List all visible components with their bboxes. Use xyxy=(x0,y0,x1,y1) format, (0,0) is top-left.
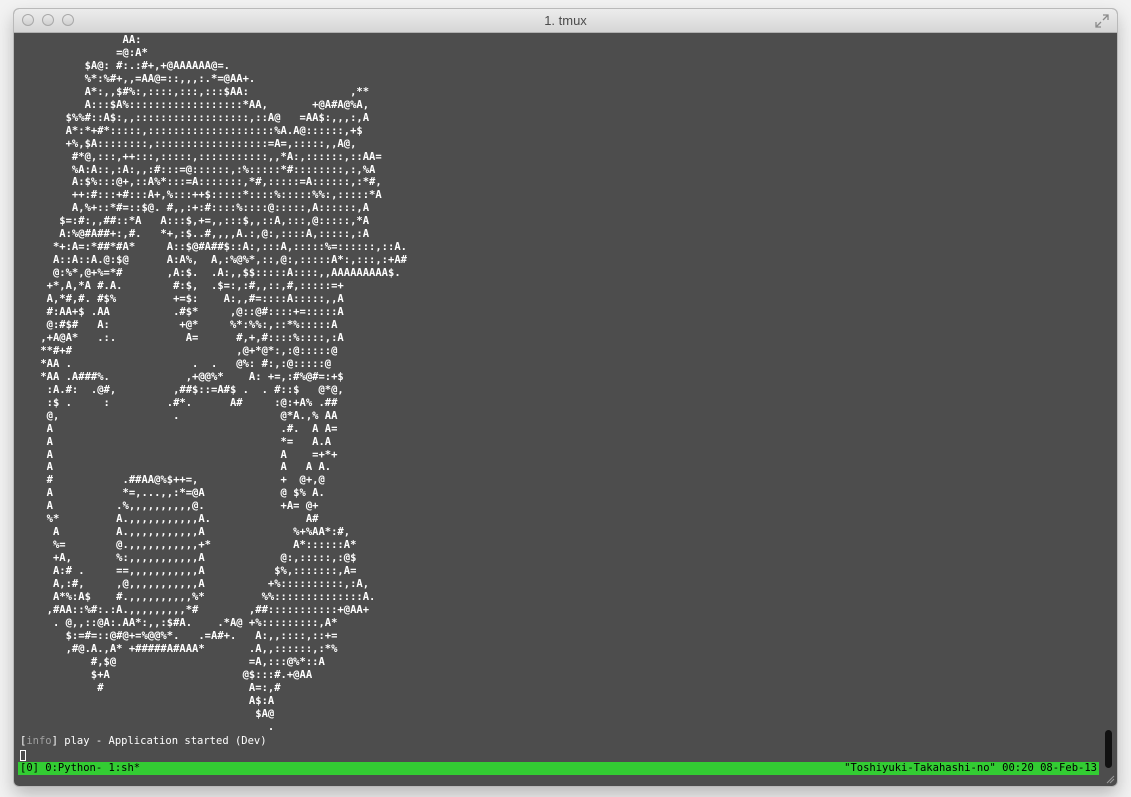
window-title: 1. tmux xyxy=(544,13,587,28)
fullscreen-icon[interactable] xyxy=(1095,14,1109,28)
tmux-window-list[interactable]: [0] 0:Python- 1:sh* xyxy=(20,762,140,775)
log-message: play - Application started (Dev) xyxy=(57,735,267,747)
terminal-content[interactable]: AA: =@:A* $A@: #:.:#+,+@AAAAAA@=. %*:%#+… xyxy=(18,32,1099,774)
title-bar[interactable]: 1. tmux xyxy=(14,9,1117,33)
terminal-cursor xyxy=(20,750,26,761)
tmux-status-bar: [0] 0:Python- 1:sh* "Toshiyuki-Takahashi… xyxy=(18,762,1099,775)
terminal-window: 1. tmux AA: =@:A* $A@: #:.:#+,+@AAAAAA@=… xyxy=(14,9,1117,786)
scrollbar[interactable] xyxy=(1103,33,1113,774)
ascii-art: AA: =@:A* $A@: #:.:#+,+@AAAAAA@=. %*:%#+… xyxy=(40,34,407,733)
log-tag: info xyxy=(26,735,52,747)
log-line: [info] play - Application started (Dev) xyxy=(20,735,267,747)
resize-grip-icon[interactable] xyxy=(1105,774,1115,784)
scroll-thumb[interactable] xyxy=(1105,730,1112,768)
tmux-status-right: "Toshiyuki-Takahashi-no" 00:20 08-Feb-13 xyxy=(844,762,1097,774)
